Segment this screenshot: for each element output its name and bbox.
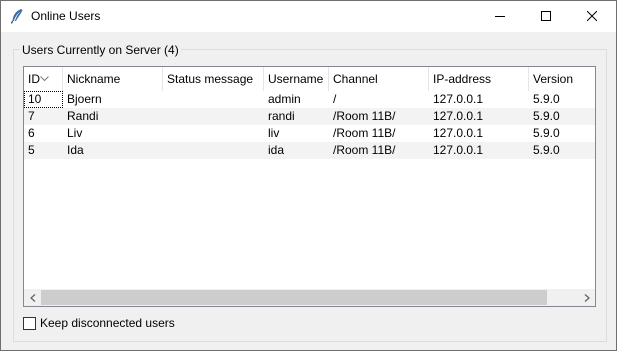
keep-disconnected-label: Keep disconnected users — [40, 316, 175, 330]
column-header-version[interactable]: Version — [529, 67, 595, 91]
cell-channel: /Room 11B/ — [333, 109, 396, 123]
cell-status-message — [163, 125, 264, 142]
cell-channel: /Room 11B/ — [333, 126, 396, 140]
maximize-button[interactable] — [523, 1, 569, 32]
cell-username: ida — [268, 143, 285, 157]
cell-channel: /Room 11B/ — [333, 143, 396, 157]
table-header: ID Nickname Status message Username Chan… — [24, 67, 595, 91]
horizontal-scrollbar[interactable] — [24, 289, 595, 306]
table-row[interactable]: 10 Bjoern admin / 127.0.0.1 5.9.0 — [24, 91, 595, 108]
cell-username: admin — [268, 92, 301, 106]
scroll-right-button[interactable] — [578, 289, 595, 306]
cell-nickname: Bjoern — [67, 92, 102, 106]
cell-status-message — [163, 91, 264, 108]
cell-username: liv — [268, 126, 280, 140]
minimize-button[interactable] — [477, 1, 523, 32]
table-row[interactable]: 6 Liv liv /Room 11B/ 127.0.0.1 5.9.0 — [24, 125, 595, 142]
cell-nickname: Ida — [67, 143, 84, 157]
keep-disconnected-option[interactable]: Keep disconnected users — [23, 316, 175, 330]
sort-down-icon — [40, 67, 49, 82]
title-bar[interactable]: Online Users — [1, 1, 616, 32]
group-label: Users Currently on Server (4) — [20, 43, 181, 57]
scrollbar-thumb[interactable] — [41, 290, 547, 305]
cell-nickname: Liv — [67, 126, 83, 140]
cell-ip-address: 127.0.0.1 — [433, 126, 484, 140]
table-row[interactable]: 7 Randi randi /Room 11B/ 127.0.0.1 5.9.0 — [24, 108, 595, 125]
cell-nickname: Randi — [67, 109, 99, 123]
column-header-username[interactable]: Username — [264, 67, 329, 91]
table-row[interactable]: 5 Ida ida /Room 11B/ 127.0.0.1 5.9.0 — [24, 142, 595, 159]
cell-status-message — [163, 142, 264, 159]
column-header-id[interactable]: ID — [24, 67, 63, 91]
cell-ip-address: 127.0.0.1 — [433, 143, 484, 157]
scroll-left-button[interactable] — [24, 289, 41, 306]
keep-disconnected-checkbox[interactable] — [23, 316, 36, 330]
maximize-icon — [541, 10, 551, 24]
cell-id: 7 — [28, 109, 35, 123]
cell-ip-address: 127.0.0.1 — [433, 109, 484, 123]
cell-id: 6 — [28, 126, 35, 140]
cell-channel: / — [333, 92, 337, 106]
cell-ip-address: 127.0.0.1 — [433, 92, 484, 106]
cell-version: 5.9.0 — [533, 92, 560, 106]
chevron-right-icon — [584, 291, 590, 305]
cell-version: 5.9.0 — [533, 126, 560, 140]
cell-version: 5.9.0 — [533, 143, 560, 157]
online-users-window: Online Users Users Currently on Server (… — [0, 0, 617, 351]
column-header-nickname[interactable]: Nickname — [63, 67, 163, 91]
cell-id: 5 — [28, 143, 35, 157]
column-header-channel[interactable]: Channel — [329, 67, 429, 91]
chevron-left-icon — [29, 291, 36, 305]
feather-icon — [10, 8, 24, 24]
column-header-ip-address[interactable]: IP-address — [429, 67, 529, 91]
close-icon — [586, 10, 598, 24]
cell-id: 10 — [24, 91, 63, 108]
window-title: Online Users — [31, 9, 101, 23]
cell-status-message — [163, 108, 264, 125]
minimize-icon — [495, 10, 505, 24]
cell-username: randi — [268, 109, 295, 123]
close-button[interactable] — [569, 1, 615, 32]
column-header-status-message[interactable]: Status message — [163, 67, 264, 91]
cell-version: 5.9.0 — [533, 109, 560, 123]
users-list-view[interactable]: ID Nickname Status message Username Chan… — [23, 66, 596, 307]
